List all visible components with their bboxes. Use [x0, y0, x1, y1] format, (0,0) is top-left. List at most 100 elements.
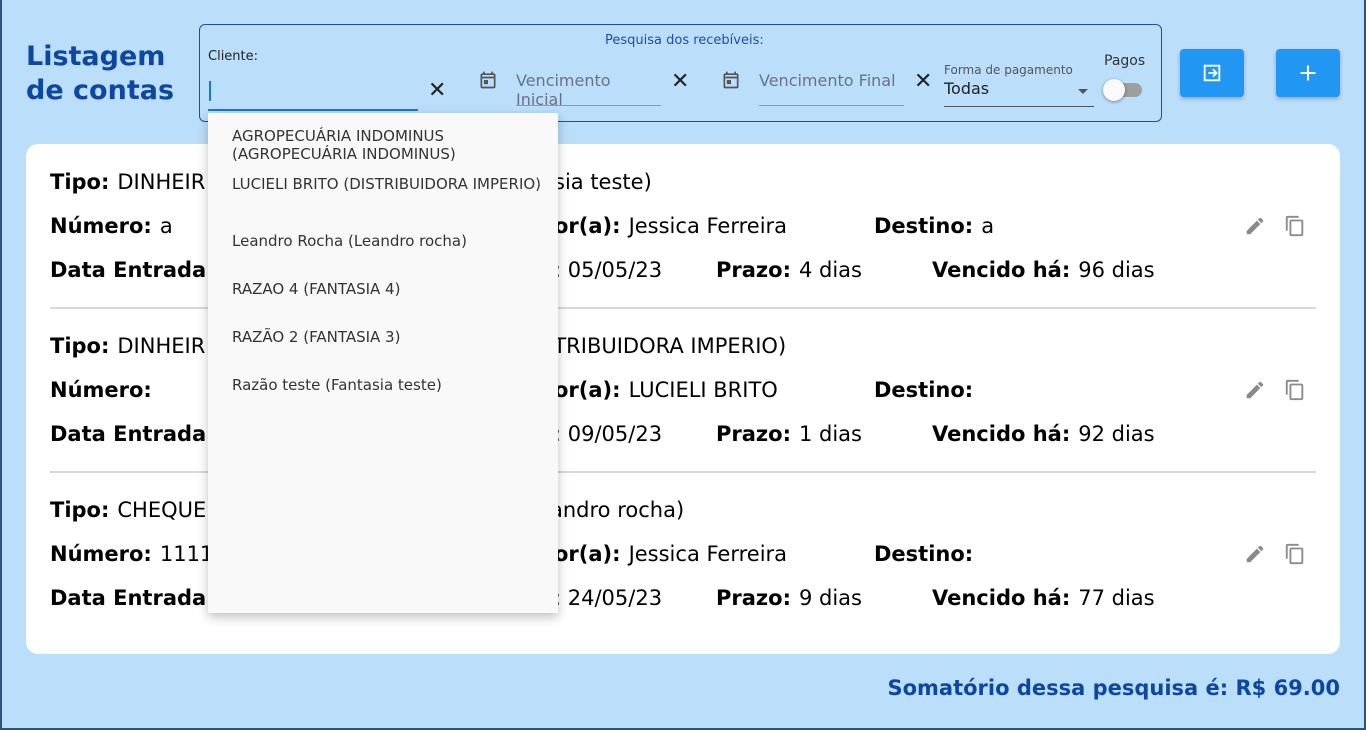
forma-pagamento-select[interactable]: Todas [944, 79, 1094, 107]
vencimento-inicial-field[interactable]: Vencimento Inicial [516, 69, 661, 109]
page-title: Listagem de contas [26, 40, 196, 108]
dropdown-option[interactable]: RAZAO 4 (FANTASIA 4) [232, 280, 542, 298]
dropdown-option[interactable]: Razão teste (Fantasia teste) [232, 376, 542, 394]
search-panel: Pesquisa dos recebíveis: Cliente: ✕ Venc… [199, 24, 1162, 122]
record-destino: Destino: [874, 540, 981, 568]
record-prazo: Prazo: 4 dias [716, 256, 862, 284]
tipo-value: DINHEIR [117, 334, 206, 358]
dropdown-option[interactable]: AGROPECUÁRIA INDOMINUS (AGROPECUÁRIA IND… [232, 127, 542, 163]
chevron-down-icon [1078, 89, 1088, 94]
record-numero: Número: [50, 376, 160, 404]
edit-icon[interactable] [1244, 543, 1266, 565]
tipo-value: CHEQUE [117, 498, 207, 522]
prazo-value: 4 dias [798, 258, 862, 282]
record-vencimento: : 24/05/23 [554, 586, 663, 610]
tipo-label: Tipo: [50, 334, 110, 358]
record-cliente-partial: andro rocha) [550, 498, 685, 522]
vencido-value: 92 dias [1078, 422, 1155, 446]
vencido-label: Vencido há: [932, 586, 1071, 610]
data-entrada-label: Data Entrada: [50, 586, 215, 610]
record-vendedor: or(a): LUCIELI BRITO [554, 376, 778, 404]
clear-cliente-icon[interactable]: ✕ [428, 80, 446, 102]
calendar-icon[interactable] [478, 70, 498, 90]
add-button[interactable] [1276, 49, 1340, 97]
record-vencido: Vencido há: 77 dias [932, 584, 1155, 612]
cliente-dropdown: AGROPECUÁRIA INDOMINUS (AGROPECUÁRIA IND… [208, 113, 558, 613]
record-destino: Destino: a [874, 212, 994, 240]
record-data-entrada: Data Entrada: [50, 420, 223, 448]
forma-pagamento-value: Todas [944, 79, 990, 98]
tipo-label: Tipo: [50, 498, 110, 522]
vencimento-final-field[interactable]: Vencimento Final [759, 69, 904, 106]
tipo-value: DINHEIR [117, 170, 206, 194]
record-tipo: Tipo: CHEQUE [50, 496, 206, 524]
search-panel-legend: Pesquisa dos recebíveis: [605, 33, 764, 48]
vendedor-value: Jessica Ferreira [628, 214, 788, 238]
clear-venc-final-icon[interactable]: ✕ [914, 71, 932, 93]
prazo-label: Prazo: [716, 422, 791, 446]
record-vendedor: or(a): Jessica Ferreira [554, 540, 787, 568]
vencido-label: Vencido há: [932, 258, 1071, 282]
pagos-label: Pagos [1104, 53, 1146, 69]
vendedor-value: Jessica Ferreira [628, 542, 788, 566]
record-vendedor: or(a): Jessica Ferreira [554, 212, 787, 240]
vendedor-label: or(a): [554, 378, 621, 402]
record-numero: Número: a [50, 212, 173, 240]
tipo-label: Tipo: [50, 170, 110, 194]
plus-icon [1300, 65, 1316, 81]
data-entrada-label: Data Entrada: [50, 258, 215, 282]
export-button[interactable] [1180, 49, 1244, 97]
prazo-label: Prazo: [716, 586, 791, 610]
dropdown-option[interactable]: Leandro Rocha (Leandro rocha) [232, 232, 542, 250]
numero-value: 1111 [159, 542, 214, 566]
vencido-value: 96 dias [1078, 258, 1155, 282]
record-prazo: Prazo: 9 dias [716, 584, 862, 612]
text-caret [209, 81, 211, 101]
record-tipo: Tipo: DINHEIR [50, 168, 205, 196]
clear-venc-inicial-icon[interactable]: ✕ [671, 71, 689, 93]
record-numero: Número: 1111 [50, 540, 213, 568]
prazo-label: Prazo: [716, 258, 791, 282]
record-destino: Destino: [874, 376, 981, 404]
vencido-label: Vencido há: [932, 422, 1071, 446]
copy-icon[interactable] [1284, 215, 1306, 237]
login-icon [1203, 64, 1221, 82]
destino-label: Destino: [874, 378, 974, 402]
vendedor-value: LUCIELI BRITO [628, 378, 778, 402]
page-title-line2: de contas [26, 75, 175, 106]
record-data-entrada: Data Entrada: [50, 584, 223, 612]
numero-label: Número: [50, 214, 152, 238]
destino-value: a [981, 214, 995, 238]
destino-label: Destino: [874, 542, 974, 566]
calendar-icon[interactable] [721, 70, 741, 90]
edit-icon[interactable] [1244, 215, 1266, 237]
edit-icon[interactable] [1244, 379, 1266, 401]
vendedor-label: or(a): [554, 542, 621, 566]
cliente-input[interactable] [208, 75, 418, 111]
numero-value: a [159, 214, 173, 238]
forma-pagamento-label: Forma de pagamento [944, 63, 1073, 77]
numero-label: Número: [50, 542, 152, 566]
dropdown-option[interactable]: RAZÃO 2 (FANTASIA 3) [232, 328, 542, 346]
record-tipo: Tipo: DINHEIR [50, 332, 205, 360]
record-cliente-partial: sia teste) [554, 170, 652, 194]
copy-icon[interactable] [1284, 543, 1306, 565]
vendedor-label: or(a): [554, 214, 621, 238]
destino-label: Destino: [874, 214, 974, 238]
dropdown-option[interactable]: LUCIELI BRITO (DISTRIBUIDORA IMPERIO) [232, 175, 542, 193]
prazo-value: 9 dias [798, 586, 862, 610]
record-vencido: Vencido há: 96 dias [932, 256, 1155, 284]
vencido-value: 77 dias [1078, 586, 1155, 610]
numero-label: Número: [50, 378, 152, 402]
record-vencimento: : 05/05/23 [554, 258, 663, 282]
pagos-toggle-knob[interactable] [1103, 79, 1125, 101]
record-data-entrada: Data Entrada: [50, 256, 223, 284]
footer-sum: Somatório dessa pesquisa é: R$ 69.00 [887, 676, 1340, 700]
data-entrada-label: Data Entrada: [50, 422, 215, 446]
record-prazo: Prazo: 1 dias [716, 420, 862, 448]
cliente-label: Cliente: [208, 49, 259, 64]
copy-icon[interactable] [1284, 379, 1306, 401]
record-vencimento: : 09/05/23 [554, 422, 663, 446]
prazo-value: 1 dias [798, 422, 862, 446]
record-vencido: Vencido há: 92 dias [932, 420, 1155, 448]
